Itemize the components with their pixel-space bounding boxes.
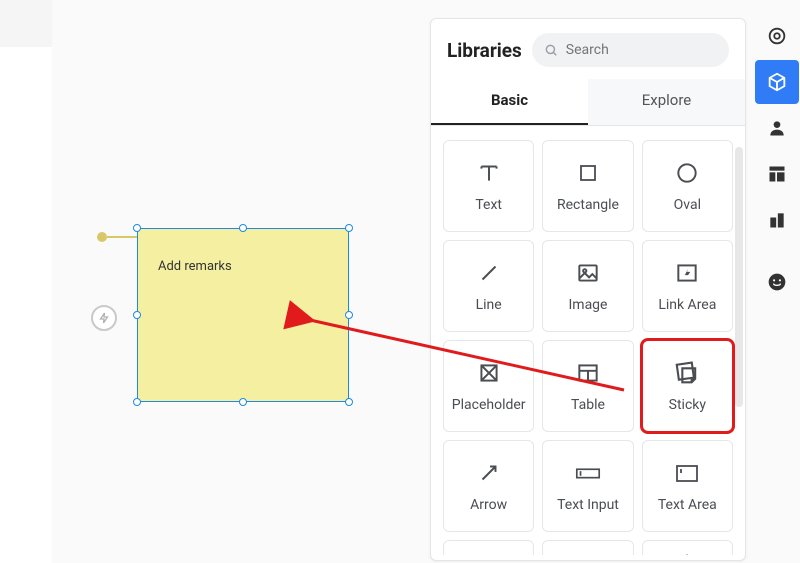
resize-handle-bl[interactable]	[133, 398, 141, 406]
rail-target-button[interactable]	[755, 14, 799, 58]
top-left-corner	[0, 0, 52, 47]
tile-text-area[interactable]: Text Area	[642, 440, 733, 532]
libraries-search[interactable]	[532, 33, 729, 67]
tile-oval[interactable]: Oval	[642, 140, 733, 232]
buildings-icon	[767, 210, 787, 230]
component-grid: Text Rectangle Oval Line	[443, 140, 733, 555]
tile-label: Placeholder	[452, 397, 526, 413]
resize-handle-l[interactable]	[133, 311, 141, 319]
tile-link-area[interactable]: Link Area	[642, 240, 733, 332]
text-icon	[475, 159, 503, 187]
sticky-note[interactable]: Add remarks	[137, 228, 349, 402]
left-sidebar-blank	[0, 47, 52, 563]
rail-components-button[interactable]	[755, 60, 799, 104]
tile-label: Image	[568, 297, 607, 313]
right-toolbar	[754, 14, 800, 304]
search-icon	[544, 42, 558, 58]
libraries-tabs: Basic Explore	[431, 79, 745, 126]
sticky-icon	[673, 359, 701, 387]
cube-icon	[766, 71, 788, 93]
tile-label: Text Input	[557, 497, 619, 513]
tile-arrow[interactable]: Arrow	[443, 440, 534, 532]
tile-sticky[interactable]: Sticky	[642, 340, 733, 432]
tile-partial-2[interactable]	[542, 540, 633, 555]
tile-label: Rectangle	[557, 197, 619, 213]
sticky-note-selection[interactable]: Add remarks	[137, 228, 349, 402]
tile-placeholder[interactable]: Placeholder	[443, 340, 534, 432]
link-area-icon	[673, 259, 701, 287]
tile-partial-1[interactable]	[443, 540, 534, 555]
resize-handle-br[interactable]	[345, 398, 353, 406]
layout-icon	[767, 164, 787, 184]
resize-handle-r[interactable]	[345, 311, 353, 319]
text-area-icon	[673, 459, 701, 487]
resize-handle-b[interactable]	[239, 398, 247, 406]
line-icon	[475, 259, 503, 287]
arrow-icon	[475, 459, 503, 487]
star-icon	[673, 554, 701, 555]
tile-table[interactable]: Table	[542, 340, 633, 432]
tile-label: Text	[475, 197, 502, 213]
tile-text[interactable]: Text	[443, 140, 534, 232]
tab-explore[interactable]: Explore	[588, 79, 745, 125]
tile-label: Sticky	[669, 397, 706, 413]
oval-icon	[673, 159, 701, 187]
rectangle-icon	[574, 159, 602, 187]
tile-label: Arrow	[470, 497, 507, 513]
sticky-note-text[interactable]: Add remarks	[158, 259, 232, 274]
tile-label: Oval	[674, 197, 701, 213]
resize-handle-tr[interactable]	[345, 224, 353, 232]
target-icon	[766, 25, 788, 47]
comment-anchor-dot[interactable]	[97, 232, 107, 242]
tile-image[interactable]: Image	[542, 240, 633, 332]
component-grid-scroll[interactable]: Text Rectangle Oval Line	[431, 126, 745, 555]
interaction-bolt-badge[interactable]	[91, 305, 117, 331]
libraries-title: Libraries	[447, 39, 522, 62]
libraries-panel: Libraries Basic Explore Text Rectangle	[430, 18, 746, 561]
comment-anchor-line	[107, 236, 137, 238]
rail-assets-button[interactable]	[755, 198, 799, 242]
emoji-icon	[767, 272, 787, 292]
rail-emoji-button[interactable]	[755, 260, 799, 304]
image-icon	[574, 259, 602, 287]
resize-handle-tl[interactable]	[133, 224, 141, 232]
rail-layout-button[interactable]	[755, 152, 799, 196]
panel-scrollbar[interactable]	[735, 147, 743, 407]
tile-label: Link Area	[658, 297, 716, 313]
placeholder-icon	[475, 359, 503, 387]
person-icon	[767, 118, 787, 138]
tile-label: Line	[476, 297, 502, 313]
table-icon	[574, 359, 602, 387]
tile-line[interactable]: Line	[443, 240, 534, 332]
tab-basic[interactable]: Basic	[431, 79, 588, 125]
tile-rectangle[interactable]: Rectangle	[542, 140, 633, 232]
tile-label: Table	[571, 397, 605, 413]
search-input[interactable]	[566, 42, 717, 58]
text-input-icon	[574, 459, 602, 487]
tile-text-input[interactable]: Text Input	[542, 440, 633, 532]
rail-profile-button[interactable]	[755, 106, 799, 150]
tile-label: Text Area	[658, 497, 717, 513]
tile-partial-3[interactable]	[642, 540, 733, 555]
resize-handle-t[interactable]	[239, 224, 247, 232]
libraries-panel-header: Libraries	[431, 19, 745, 79]
